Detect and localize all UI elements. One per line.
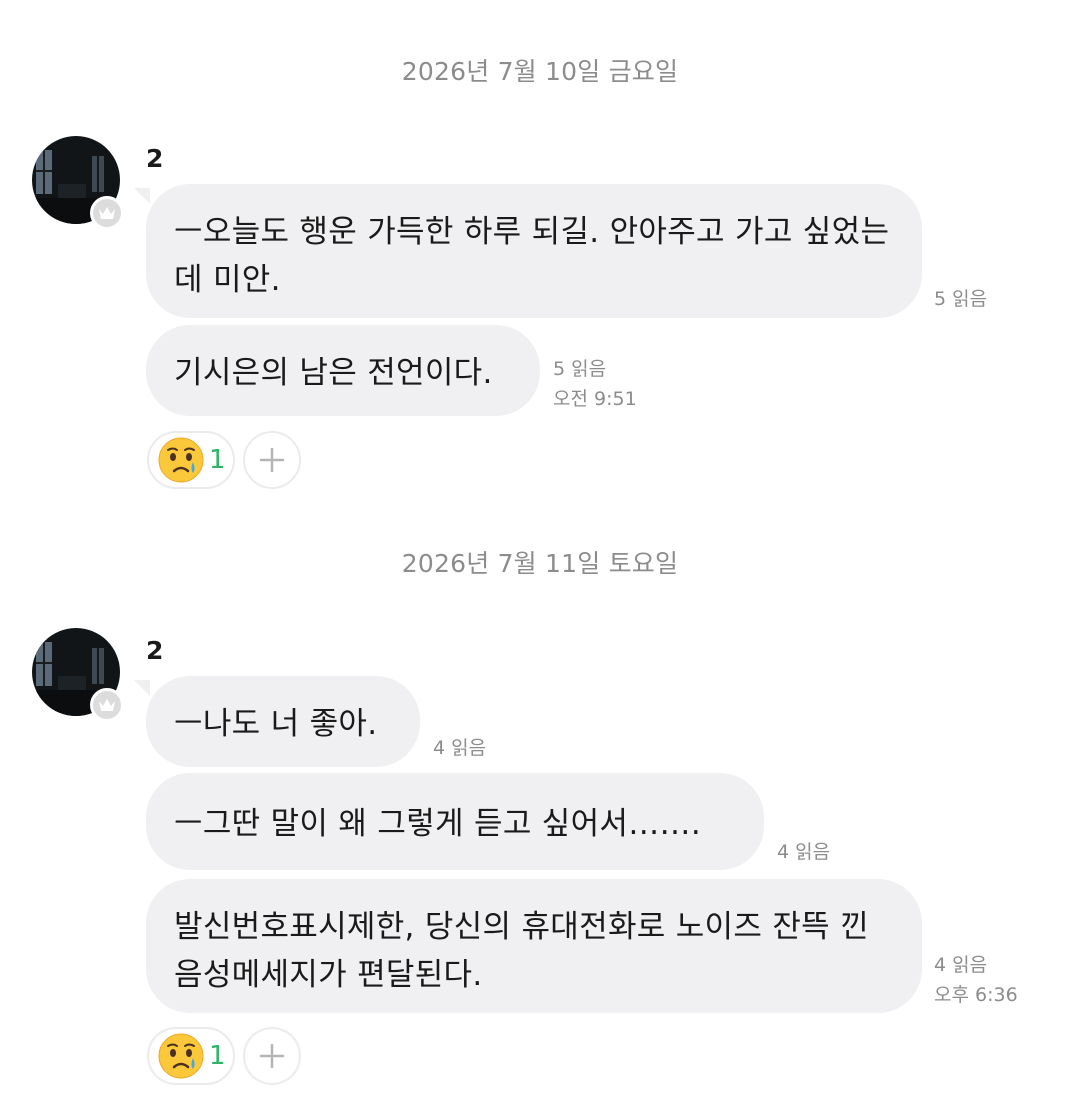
crown-badge bbox=[90, 196, 124, 230]
add-reaction-button[interactable] bbox=[243, 1027, 301, 1085]
message-meta: 4 읽음 bbox=[777, 837, 830, 867]
sender-name: 2 bbox=[146, 144, 164, 173]
message-bubble[interactable]: 발신번호표시제한, 당신의 휴대전화로 노이즈 잔뜩 낀 음성메세지가 편달된다… bbox=[146, 879, 922, 1013]
message-meta: 4 읽음 오후 6:36 bbox=[934, 950, 1018, 1010]
crying-face-icon bbox=[158, 437, 204, 483]
date-separator: 2026년 7월 10일 금요일 bbox=[401, 57, 679, 86]
message-meta: 4 읽음 bbox=[433, 733, 486, 763]
read-count: 5 읽음 bbox=[934, 288, 988, 310]
crown-icon bbox=[99, 207, 115, 219]
message-time: 오전 9:51 bbox=[553, 388, 637, 410]
crown-icon bbox=[99, 699, 115, 711]
message-time: 오후 6:36 bbox=[934, 984, 1018, 1006]
read-count: 4 읽음 bbox=[934, 954, 988, 976]
reaction-crying[interactable]: 1 bbox=[147, 431, 235, 489]
add-reaction-button[interactable] bbox=[243, 431, 301, 489]
read-count: 4 읽음 bbox=[433, 737, 487, 759]
reaction-count: 1 bbox=[209, 445, 226, 475]
reaction-crying[interactable]: 1 bbox=[147, 1027, 235, 1085]
sender-name: 2 bbox=[146, 636, 164, 665]
message-bubble[interactable]: 기시은의 남은 전언이다. bbox=[146, 325, 540, 416]
message-bubble[interactable]: ㅡ나도 너 좋아. bbox=[134, 676, 420, 767]
message-bubble[interactable]: ㅡ오늘도 행운 가득한 하루 되길. 안아주고 가고 싶었는데 미안. bbox=[134, 184, 922, 318]
crown-badge bbox=[90, 688, 124, 722]
date-separator: 2026년 7월 11일 토요일 bbox=[401, 549, 679, 578]
message-meta: 5 읽음 bbox=[934, 284, 987, 314]
read-count: 4 읽음 bbox=[777, 841, 831, 863]
message-meta: 5 읽음 오전 9:51 bbox=[553, 354, 637, 414]
message-bubble[interactable]: ㅡ그딴 말이 왜 그렇게 듣고 싶어서……. bbox=[146, 773, 764, 870]
plus-icon bbox=[259, 447, 285, 473]
plus-icon bbox=[259, 1043, 285, 1069]
read-count: 5 읽음 bbox=[553, 358, 607, 380]
crying-face-icon bbox=[158, 1033, 204, 1079]
reaction-count: 1 bbox=[209, 1041, 226, 1071]
